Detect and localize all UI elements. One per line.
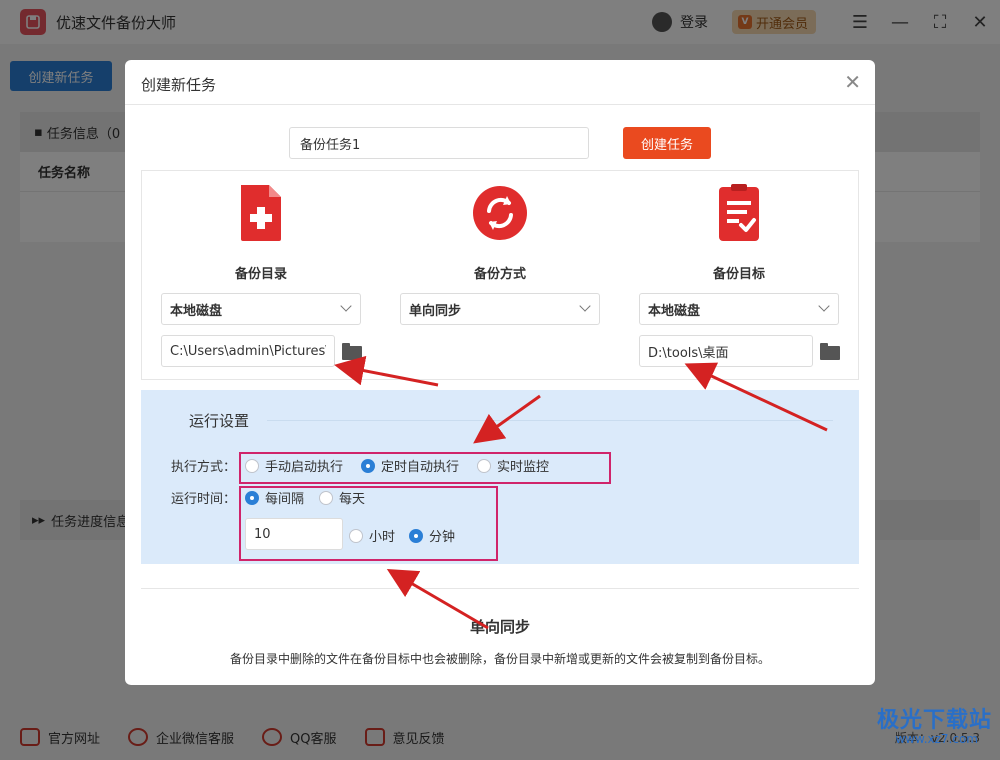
sync-icon <box>473 186 527 240</box>
run-time-label: 运行时间： <box>171 492 237 507</box>
target-column: 备份目标 本地磁盘 <box>639 171 840 381</box>
source-label: 备份目录 <box>234 267 287 282</box>
source-column: 备份目录 本地磁盘 <box>161 171 362 381</box>
run-settings-divider <box>267 420 833 421</box>
target-disk-select[interactable]: 本地磁盘 <box>639 293 839 325</box>
document-check-icon <box>719 184 759 241</box>
dialog-title: 创建新任务 <box>141 76 217 94</box>
run-settings-title: 运行设置 <box>189 412 250 430</box>
source-disk-select[interactable]: 本地磁盘 <box>161 293 361 325</box>
mode-value: 单向同步 <box>409 303 462 319</box>
folder-icon[interactable] <box>820 343 840 360</box>
backup-config-box: 备份目录 本地磁盘 备份方式 单向同步 <box>141 170 859 380</box>
chevron-down-icon <box>818 300 830 312</box>
mode-divider <box>141 588 859 589</box>
mode-select[interactable]: 单向同步 <box>400 293 600 325</box>
add-file-icon <box>241 185 281 241</box>
target-label: 备份目标 <box>712 267 765 282</box>
mode-description-title: 单向同步 <box>469 618 530 636</box>
create-task-dialog: 创建新任务 ✕ 创建任务 备份目录 本地磁盘 <box>125 60 875 685</box>
source-disk-value: 本地磁盘 <box>170 303 223 319</box>
folder-icon[interactable] <box>342 343 362 360</box>
dialog-close-icon[interactable]: ✕ <box>844 72 861 92</box>
watermark-logo: 极光下载站 <box>876 708 992 733</box>
mode-label: 备份方式 <box>473 267 526 282</box>
exec-mode-label: 执行方式： <box>171 460 237 475</box>
mode-description-text: 备份目录中删除的文件在备份目标中也会被删除，备份目录中新增或更新的文件会被复制到… <box>229 652 770 666</box>
create-task-button[interactable]: 创建任务 <box>623 127 711 159</box>
mode-column: 备份方式 单向同步 <box>400 171 600 381</box>
run-settings-panel: 运行设置 执行方式： 手动启动执行 定时自动执行 实时监控 运行时间： 每间隔 … <box>141 390 859 564</box>
target-disk-value: 本地磁盘 <box>648 303 701 319</box>
exec-mode-highlight <box>239 452 611 484</box>
watermark-url: www.xz7.com <box>895 732 978 746</box>
target-path-input[interactable] <box>639 335 813 367</box>
task-name-input[interactable] <box>289 127 589 159</box>
dialog-divider <box>125 104 875 105</box>
chevron-down-icon <box>579 300 591 312</box>
source-path-input[interactable] <box>161 335 335 367</box>
run-time-highlight <box>239 486 498 561</box>
chevron-down-icon <box>340 300 352 312</box>
